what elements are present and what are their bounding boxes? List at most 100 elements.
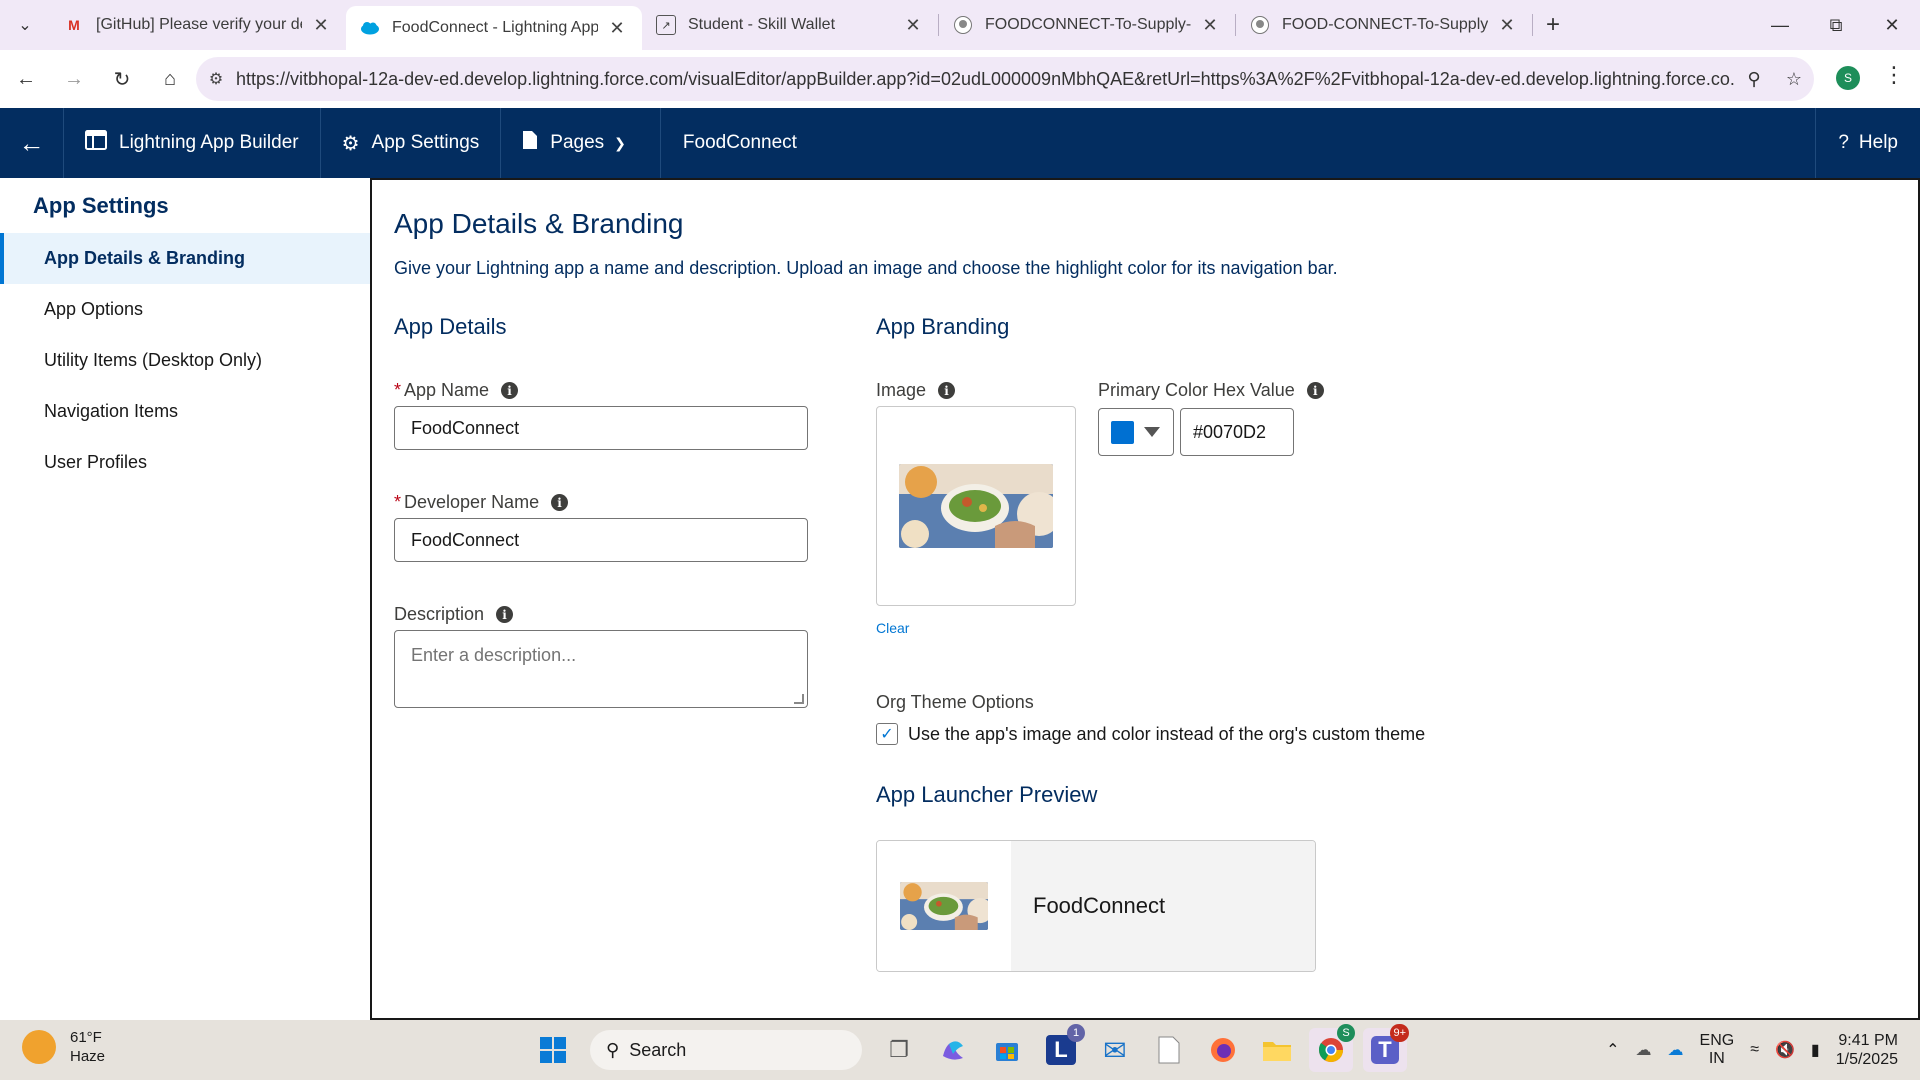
developer-name-input[interactable]: FoodConnect xyxy=(394,518,808,562)
tab-title: [GitHub] Please verify your devi xyxy=(96,16,302,33)
tab-foodconnect-app-builder[interactable]: FoodConnect - Lightning App B ✕ xyxy=(346,6,642,50)
microsoft-store-icon[interactable] xyxy=(985,1028,1029,1072)
help-label: Help xyxy=(1858,132,1898,153)
firefox-icon[interactable] xyxy=(1201,1028,1245,1072)
file-icon[interactable] xyxy=(1147,1028,1191,1072)
close-tab-icon[interactable]: ✕ xyxy=(1199,15,1221,36)
close-tab-icon[interactable]: ✕ xyxy=(902,15,924,36)
back-arrow-icon[interactable]: ← xyxy=(0,108,64,178)
profile-badge: S xyxy=(1337,1024,1355,1042)
app-settings-label: App Settings xyxy=(371,132,480,153)
restore-icon[interactable]: ⧉ xyxy=(1808,0,1864,50)
copilot-icon[interactable] xyxy=(931,1028,975,1072)
info-icon[interactable]: i xyxy=(1306,382,1324,399)
help-button[interactable]: ? Help xyxy=(1815,108,1920,178)
url-text[interactable]: https://vitbhopal-12a-dev-ed.develop.lig… xyxy=(236,69,1734,90)
notification-badge: 9+ xyxy=(1390,1024,1409,1042)
browser-menu-icon[interactable]: ⋮ xyxy=(1880,62,1908,94)
sidebar-item-app-options[interactable]: App Options xyxy=(0,284,370,335)
profile-avatar[interactable]: S xyxy=(1836,66,1860,90)
caret-down-icon xyxy=(1144,427,1160,437)
hex-color-input[interactable]: #0070D2 xyxy=(1180,408,1294,456)
tab-title: FOODCONNECT-To-Supply-Left xyxy=(985,16,1191,33)
chrome-icon[interactable]: S xyxy=(1309,1024,1355,1072)
pages-dropdown[interactable]: Pages ❯ xyxy=(501,108,661,178)
teams-icon[interactable]: T 9+ xyxy=(1363,1024,1409,1072)
close-tab-icon[interactable]: ✕ xyxy=(1496,15,1518,36)
tab-github-repo-1[interactable]: FOODCONNECT-To-Supply-Left ✕ xyxy=(939,0,1235,50)
app-settings-button[interactable]: ⚙ App Settings xyxy=(321,108,502,178)
wifi-icon[interactable]: ≈ xyxy=(1750,1041,1759,1059)
back-arrow-icon[interactable]: ← xyxy=(4,57,48,101)
sidebar-title: App Settings xyxy=(33,193,169,218)
address-bar[interactable]: ⚙ https://vitbhopal-12a-dev-ed.develop.l… xyxy=(196,57,1814,101)
sidebar-item-navigation-items[interactable]: Navigation Items xyxy=(0,386,370,437)
tab-skill-wallet[interactable]: ↗ Student - Skill Wallet ✕ xyxy=(642,0,938,50)
builder-title-text: Lightning App Builder xyxy=(119,132,299,153)
org-theme-checkbox[interactable]: ✓ xyxy=(876,723,898,745)
info-icon[interactable]: i xyxy=(501,382,519,399)
mail-icon[interactable]: ✉ xyxy=(1093,1028,1137,1072)
tab-title: FOOD-CONNECT-To-Supply-Le xyxy=(1282,16,1488,33)
new-tab-plus-icon[interactable]: + xyxy=(1533,11,1573,39)
clear-image-link[interactable]: Clear xyxy=(876,620,909,636)
resize-handle-icon[interactable] xyxy=(794,694,804,704)
home-icon[interactable]: ⌂ xyxy=(148,57,192,101)
info-icon[interactable]: i xyxy=(496,606,514,623)
page-title: App Details & Branding xyxy=(394,208,684,239)
learning-app-icon[interactable]: L 1 xyxy=(1039,1024,1085,1072)
close-tab-icon[interactable]: ✕ xyxy=(606,18,628,39)
close-tab-icon[interactable]: ✕ xyxy=(310,15,332,36)
sidebar-item-utility-items[interactable]: Utility Items (Desktop Only) xyxy=(0,335,370,386)
browser-toolbar: ← → ↻ ⌂ ⚙ https://vitbhopal-12a-dev-ed.d… xyxy=(0,50,1920,108)
page-description: Give your Lightning app a name and descr… xyxy=(394,258,1338,278)
primary-color-label-text: Primary Color Hex Value xyxy=(1098,380,1295,400)
language-indicator[interactable]: ENG IN xyxy=(1700,1032,1735,1068)
developer-name-label-text: Developer Name xyxy=(404,492,540,512)
onedrive-cloud-icon[interactable]: ☁ xyxy=(1636,1040,1652,1060)
description-placeholder: Enter a description... xyxy=(411,645,577,665)
description-textarea[interactable]: Enter a description... xyxy=(394,630,808,708)
info-icon[interactable]: i xyxy=(938,382,956,399)
clock-time: 9:41 PM xyxy=(1838,1032,1898,1049)
sidebar-item-user-profiles[interactable]: User Profiles xyxy=(0,437,370,488)
chevron-up-icon[interactable]: ⌃ xyxy=(1606,1040,1619,1060)
windows-start-icon[interactable] xyxy=(531,1028,575,1072)
tab-github-repo-2[interactable]: FOOD-CONNECT-To-Supply-Le ✕ xyxy=(1236,0,1532,50)
table-layout-icon xyxy=(85,130,107,156)
description-label: Description i xyxy=(394,604,514,625)
app-image-upload[interactable] xyxy=(876,406,1076,606)
page-icon xyxy=(522,130,538,156)
color-picker-button[interactable] xyxy=(1098,408,1174,456)
speaker-muted-icon[interactable]: 🔇 xyxy=(1775,1040,1795,1060)
site-settings-icon[interactable]: ⚙ xyxy=(196,69,236,89)
tab-github-verify[interactable]: M [GitHub] Please verify your devi ✕ xyxy=(50,0,346,50)
forward-arrow-icon[interactable]: → xyxy=(52,57,96,101)
tab-search-chevron-icon[interactable]: ⌄ xyxy=(0,0,50,50)
bookmark-star-icon[interactable]: ☆ xyxy=(1774,69,1814,90)
close-window-icon[interactable]: ✕ xyxy=(1864,0,1920,50)
weather-widget[interactable]: 61°F Haze xyxy=(22,1028,105,1066)
clock[interactable]: 9:41 PM 1/5/2025 xyxy=(1836,1031,1898,1069)
info-icon[interactable]: i xyxy=(551,494,569,511)
zoom-icon[interactable]: ⚲ xyxy=(1734,69,1774,90)
app-launcher-preview-heading: App Launcher Preview xyxy=(876,782,1098,807)
language-line-2: IN xyxy=(1708,1050,1725,1067)
file-explorer-icon[interactable] xyxy=(1255,1028,1299,1072)
app-details-panel: App Details & Branding Give your Lightni… xyxy=(370,178,1920,1020)
weather-haze-icon xyxy=(22,1030,56,1064)
minimize-icon[interactable]: — xyxy=(1752,0,1808,50)
required-asterisk: * xyxy=(394,492,402,512)
battery-icon[interactable]: ▮ xyxy=(1811,1040,1820,1060)
task-view-icon[interactable]: ❐ xyxy=(877,1028,921,1072)
app-name-input[interactable]: FoodConnect xyxy=(394,406,808,450)
clock-date: 1/5/2025 xyxy=(1835,1051,1898,1068)
sidebar-item-app-details-branding[interactable]: App Details & Branding xyxy=(0,233,370,284)
preview-logo-image xyxy=(900,882,988,930)
developer-name-label: * Developer Name i xyxy=(394,492,569,513)
onedrive-blue-cloud-icon[interactable]: ☁ xyxy=(1668,1040,1684,1060)
taskbar-apps: ⚲ Search ❐ L 1 ✉ S T 9+ xyxy=(526,1024,1412,1072)
taskbar-search-box[interactable]: ⚲ Search xyxy=(590,1030,862,1070)
reload-icon[interactable]: ↻ xyxy=(100,57,144,101)
org-theme-checkbox-label[interactable]: Use the app's image and color instead of… xyxy=(908,724,1425,745)
